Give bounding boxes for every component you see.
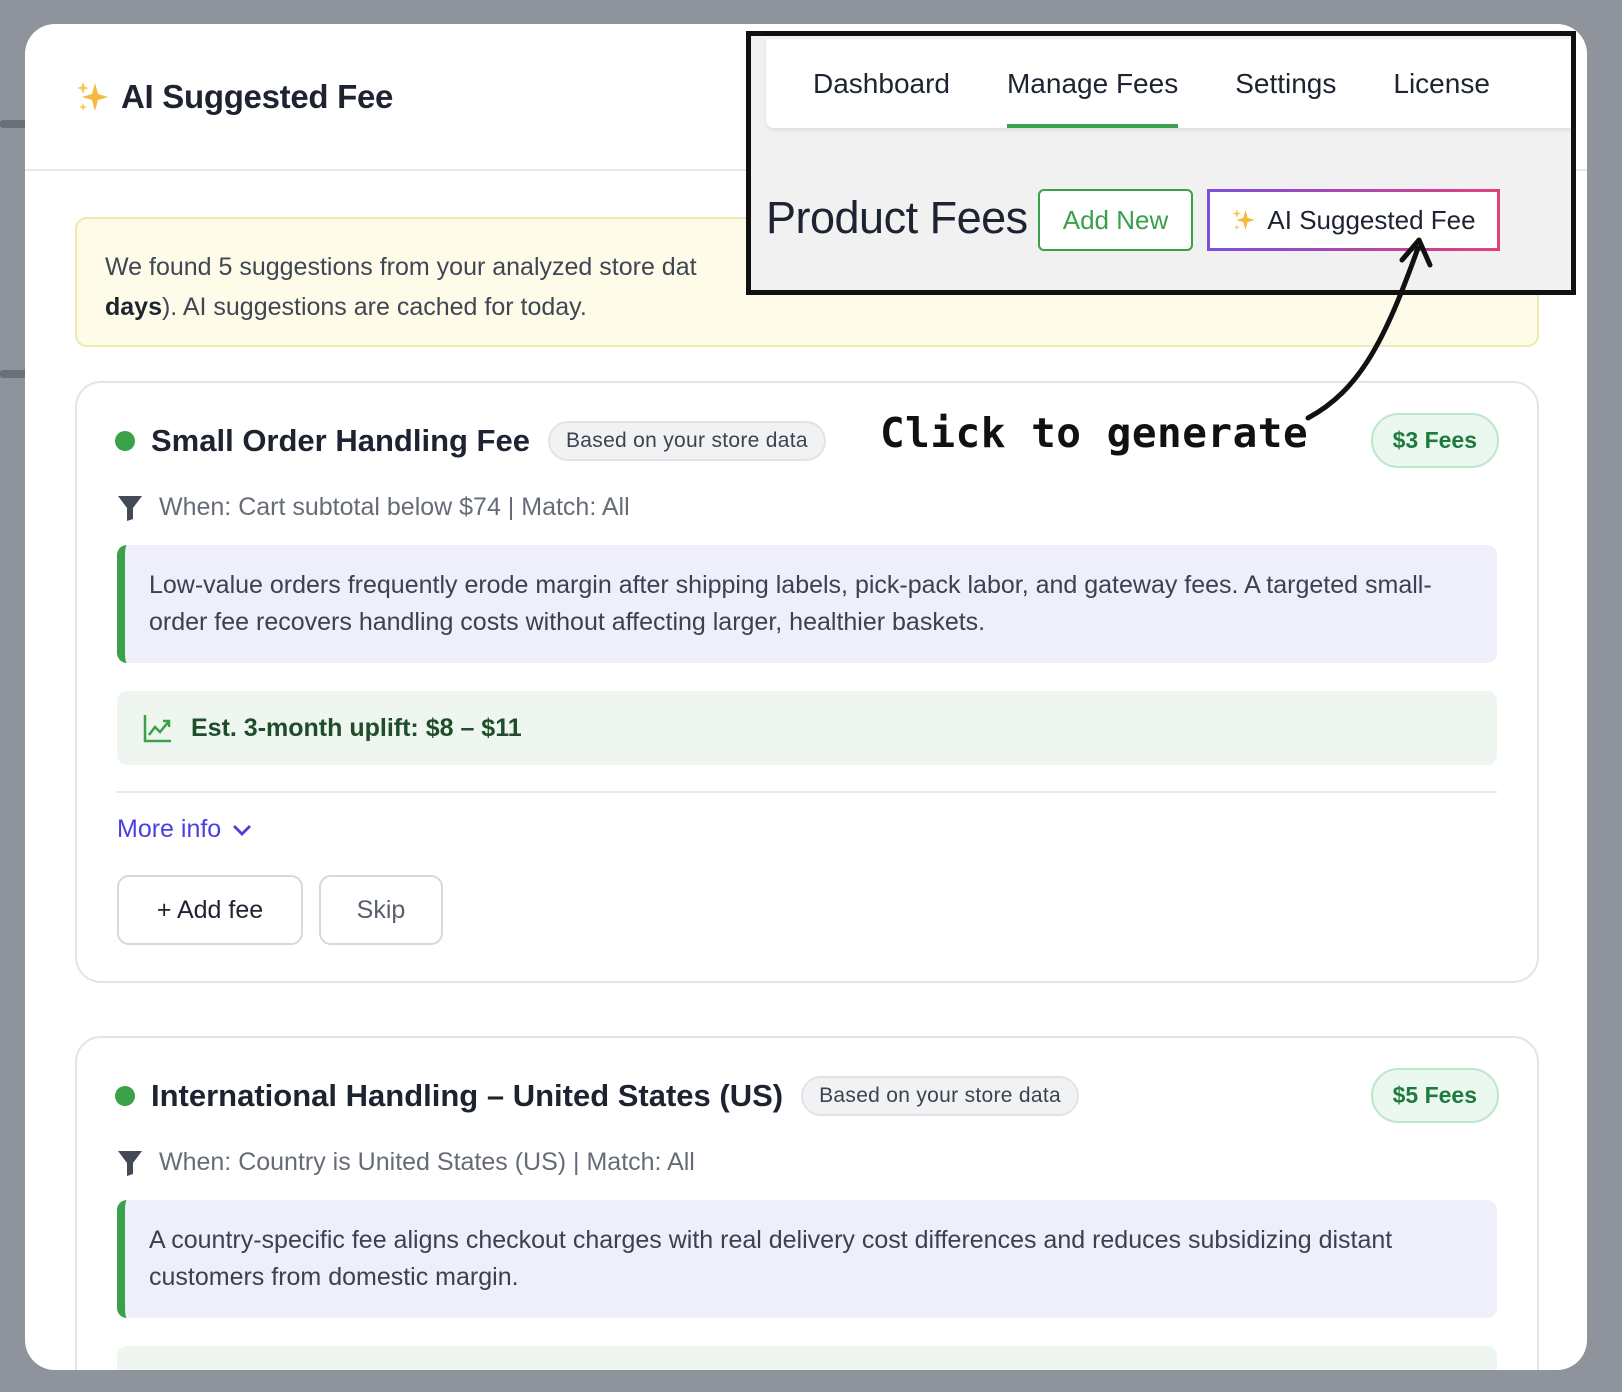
filter-icon (118, 495, 142, 521)
reason-box: Low-value orders frequently erode margin… (117, 545, 1497, 663)
status-dot (115, 431, 135, 451)
condition-text: When: Country is United States (US) | Ma… (159, 1148, 695, 1176)
modal-title-text: AI Suggested Fee (121, 77, 394, 115)
callout-zoom-box: Dashboard Manage Fees Settings License P… (746, 31, 1576, 295)
uplift-box (117, 1346, 1497, 1370)
sparkle-icon (1232, 209, 1256, 231)
condition-row: When: Country is United States (US) | Ma… (117, 1148, 695, 1177)
card-header: International Handling – United States (… (115, 1068, 1499, 1124)
more-info-label: More info (117, 815, 222, 843)
divider (117, 791, 1497, 793)
notice-bold: days (105, 293, 162, 321)
notice-text-end: ). AI suggestions are cached for today. (161, 293, 587, 321)
condition-row: When: Cart subtotal below $74 | Match: A… (117, 493, 630, 522)
annotation-text: Click to generate (880, 409, 1309, 457)
notice-text-start: We found 5 suggestions from your analyze… (105, 253, 697, 281)
tab-manage-fees[interactable]: Manage Fees (1006, 39, 1179, 128)
condition-text: When: Cart subtotal below $74 | Match: A… (159, 493, 630, 521)
skip-button[interactable]: Skip (319, 875, 443, 945)
add-fee-button[interactable]: + Add fee (117, 875, 303, 945)
more-info-toggle[interactable]: More info (117, 815, 253, 844)
reason-box: A country-specific fee aligns checkout c… (117, 1200, 1497, 1318)
suggestion-card: Small Order Handling Fee Based on your s… (75, 381, 1539, 983)
source-badge: Based on your store data (801, 1076, 1079, 1116)
trend-chart-icon (143, 715, 171, 743)
annotation-arrow-icon (1305, 237, 1433, 421)
uplift-text: Est. 3-month uplift: $8 – $11 (191, 713, 522, 742)
suggestion-card: International Handling – United States (… (75, 1036, 1539, 1370)
uplift-box: Est. 3-month uplift: $8 – $11 (117, 691, 1497, 765)
chevron-down-icon (233, 824, 252, 836)
suggestion-title: Small Order Handling Fee (151, 423, 530, 458)
tab-settings[interactable]: Settings (1235, 39, 1336, 128)
tab-dashboard[interactable]: Dashboard (813, 39, 950, 128)
tab-license[interactable]: License (1393, 39, 1490, 128)
fee-amount-badge: $5 Fees (1370, 1068, 1499, 1123)
page-title: Product Fees (766, 192, 1028, 243)
filter-icon (118, 1150, 142, 1176)
status-dot (115, 1086, 135, 1106)
suggestion-title: International Handling – United States (… (151, 1078, 784, 1113)
add-new-button[interactable]: Add New (1038, 189, 1193, 251)
top-nav: Dashboard Manage Fees Settings License (766, 39, 1571, 128)
source-badge: Based on your store data (547, 421, 826, 461)
sparkle-icon (77, 81, 108, 111)
modal-title: AI Suggested Fee (75, 78, 393, 116)
